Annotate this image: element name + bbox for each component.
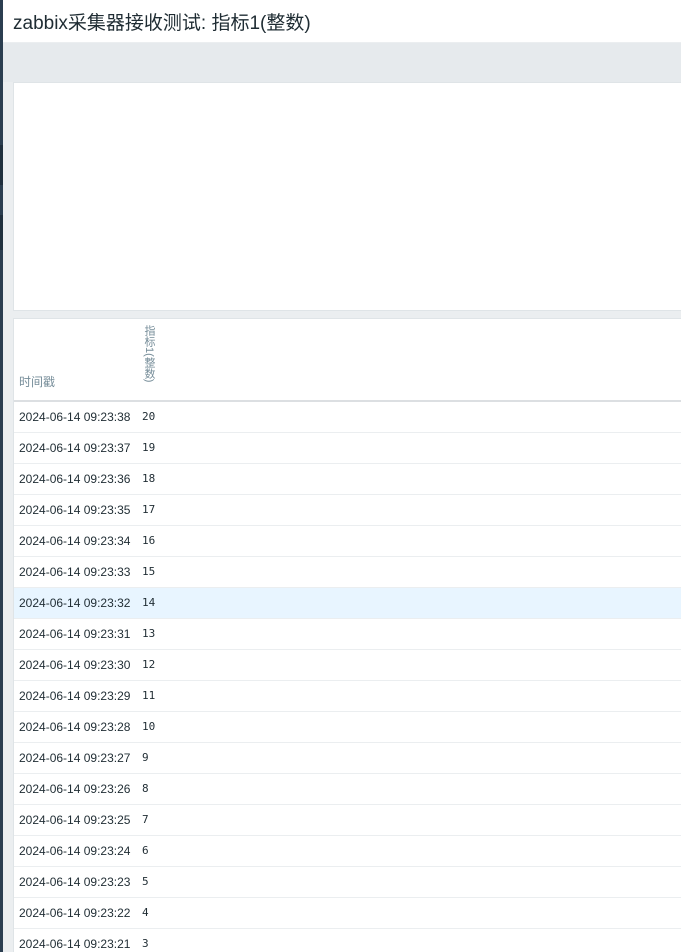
cell-timestamp: 2024-06-14 09:23:36 (19, 472, 131, 486)
cell-value: 20 (142, 410, 156, 423)
cell-value: 16 (142, 534, 156, 547)
cell-timestamp: 2024-06-14 09:23:24 (19, 844, 131, 858)
cell-value: 18 (142, 472, 156, 485)
cell-timestamp: 2024-06-14 09:23:23 (19, 875, 131, 889)
cell-timestamp: 2024-06-14 09:23:22 (19, 906, 131, 920)
cell-value: 3 (142, 937, 149, 950)
cell-timestamp: 2024-06-14 09:23:30 (19, 658, 131, 672)
table-row[interactable]: 2024-06-14 09:23:22 4 (14, 898, 681, 929)
table-row[interactable]: 2024-06-14 09:23:34 16 (14, 526, 681, 557)
table-row[interactable]: 2024-06-14 09:23:25 7 (14, 805, 681, 836)
cell-timestamp: 2024-06-14 09:23:33 (19, 565, 131, 579)
cell-timestamp: 2024-06-14 09:23:27 (19, 751, 131, 765)
table-row[interactable]: 2024-06-14 09:23:38 20 (14, 402, 681, 433)
cell-timestamp: 2024-06-14 09:23:35 (19, 503, 131, 517)
cell-value: 10 (142, 720, 156, 733)
cell-value: 6 (142, 844, 149, 857)
table-row[interactable]: 2024-06-14 09:23:24 6 (14, 836, 681, 867)
cell-timestamp: 2024-06-14 09:23:26 (19, 782, 131, 796)
column-header-timestamp[interactable]: 时间戳 (19, 373, 55, 390)
table-row[interactable]: 2024-06-14 09:23:36 18 (14, 464, 681, 495)
table-row[interactable]: 2024-06-14 09:23:30 12 (14, 650, 681, 681)
cell-timestamp: 2024-06-14 09:23:31 (19, 627, 131, 641)
history-table: 时间戳 指标1(整数) 2024-06-14 09:23:38 20 2024-06… (13, 318, 681, 952)
filter-bar[interactable] (3, 43, 681, 82)
table-row[interactable]: 2024-06-14 09:23:31 13 (14, 619, 681, 650)
cell-timestamp: 2024-06-14 09:23:37 (19, 441, 131, 455)
cell-value: 11 (142, 689, 156, 702)
cell-timestamp: 2024-06-14 09:23:21 (19, 937, 131, 951)
table-row[interactable]: 2024-06-14 09:23:35 17 (14, 495, 681, 526)
table-row[interactable]: 2024-06-14 09:23:33 15 (14, 557, 681, 588)
cell-value: 8 (142, 782, 149, 795)
table-body: 2024-06-14 09:23:38 20 2024-06-14 09:23:37… (14, 402, 681, 952)
table-header: 时间戳 指标1(整数) (14, 319, 681, 402)
cell-timestamp: 2024-06-14 09:23:38 (19, 410, 131, 424)
cell-value: 17 (142, 503, 156, 516)
cell-value: 19 (142, 441, 156, 454)
cell-timestamp: 2024-06-14 09:23:32 (19, 596, 131, 610)
cell-value: 9 (142, 751, 149, 764)
cell-timestamp: 2024-06-14 09:23:29 (19, 689, 131, 703)
cell-value: 7 (142, 813, 149, 826)
table-row[interactable]: 2024-06-14 09:23:29 11 (14, 681, 681, 712)
cell-value: 13 (142, 627, 156, 640)
page-title: zabbix采集器接收测试: 指标1(整数) (13, 13, 311, 34)
cell-value: 5 (142, 875, 149, 888)
page-header: zabbix采集器接收测试: 指标1(整数) (3, 0, 681, 43)
cell-value: 12 (142, 658, 156, 671)
cell-timestamp: 2024-06-14 09:23:28 (19, 720, 131, 734)
cell-value: 4 (142, 906, 149, 919)
cell-timestamp: 2024-06-14 09:23:34 (19, 534, 131, 548)
table-row[interactable]: 2024-06-14 09:23:37 19 (14, 433, 681, 464)
graph-panel (13, 82, 681, 311)
page: zabbix采集器接收测试: 指标1(整数) 时间戳 指标1(整数) 2024-… (0, 0, 681, 952)
table-row[interactable]: 2024-06-14 09:23:21 3 (14, 929, 681, 952)
column-header-value-wrap: 指标1(整数) (142, 325, 158, 393)
cell-value: 14 (142, 596, 156, 609)
table-row[interactable]: 2024-06-14 09:23:27 9 (14, 743, 681, 774)
table-row[interactable]: 2024-06-14 09:23:26 8 (14, 774, 681, 805)
cell-timestamp: 2024-06-14 09:23:25 (19, 813, 131, 827)
table-row[interactable]: 2024-06-14 09:23:23 5 (14, 867, 681, 898)
table-row[interactable]: 2024-06-14 09:23:28 10 (14, 712, 681, 743)
column-header-value[interactable]: 指标1(整数) (142, 325, 156, 382)
cell-value: 15 (142, 565, 156, 578)
table-row[interactable]: 2024-06-14 09:23:32 14 (14, 588, 681, 619)
